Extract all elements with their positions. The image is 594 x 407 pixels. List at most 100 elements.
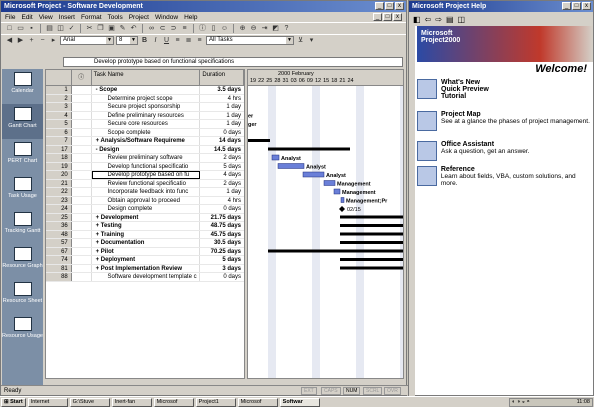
table-row[interactable]: 67 + Pilot 70.25 days [46,247,244,256]
help-item-project-map[interactable]: Project Map See at a glance the phases o… [417,111,593,131]
duration-cell[interactable]: 4 hrs [200,197,244,205]
print-preview-icon[interactable]: ◫ [56,24,65,33]
cut-icon[interactable]: ✂ [85,24,94,33]
doc-restore-button[interactable]: □ [383,13,392,21]
duration-cell[interactable]: 70.25 days [200,248,244,256]
view-calendar[interactable]: Calendar [2,69,43,104]
table-row[interactable]: 2 Determine project scope 4 hrs [46,94,244,103]
link-tasks-icon[interactable]: ⊂ [158,24,167,33]
hyperlink-icon[interactable]: ∞ [147,24,156,33]
entry-bar[interactable]: Develop prototype based on functional sp… [63,57,403,67]
duration-cell[interactable]: 1 day [200,188,244,196]
task-name-cell[interactable]: + Analysis/Software Requireme [92,137,201,145]
row-id[interactable]: 67 [46,247,72,255]
menu-project[interactable]: Project [129,14,149,21]
table-row[interactable]: 57 + Documentation 30.5 days [46,239,244,248]
duration-cell[interactable]: 1 day [200,103,244,111]
project-title-bar[interactable]: Microsoft Project - Software Development… [1,1,406,12]
help-close-button[interactable]: x [582,2,591,10]
taskbar-button[interactable]: Project1 [195,397,236,407]
duration-cell[interactable]: 0 days [200,205,244,213]
row-id[interactable]: 57 [46,239,72,247]
menu-view[interactable]: View [39,14,53,21]
duration-cell[interactable]: 2 days [200,154,244,162]
table-row[interactable]: 5 Secure core resources 1 day [46,120,244,129]
table-row[interactable]: 19 Develop functional specificatio 5 days [46,162,244,171]
menu-window[interactable]: Window [155,14,178,21]
forward-icon[interactable]: ⇨ [435,15,442,24]
table-row[interactable]: 7 + Analysis/Software Requireme 14 days [46,137,244,146]
help-item-reference[interactable]: Reference Learn about fields, VBA, custo… [417,166,593,187]
copy-picture-icon[interactable]: ◩ [271,24,280,33]
task-name-cell[interactable]: + Deployment [92,256,201,264]
help-item-title[interactable]: Office Assistant [441,141,530,148]
task-name-cell[interactable]: Develop prototype based on fu [91,171,201,179]
taskbar-button[interactable]: Microsof [237,397,278,407]
duration-column-header[interactable]: Duration [200,70,244,85]
tutorial-link[interactable]: Tutorial [441,93,489,100]
spelling-icon[interactable]: ✓ [67,24,76,33]
menu-tools[interactable]: Tools [108,14,123,21]
duration-cell[interactable]: 4 hrs [200,95,244,103]
arrow-right-icon[interactable]: ▶ [16,36,25,45]
row-id[interactable]: 24 [46,205,72,213]
table-row[interactable]: 48 + Training 45.75 days [46,230,244,239]
task-name-cell[interactable]: Software development template c [92,273,201,281]
duration-cell[interactable]: 14 days [200,137,244,145]
task-name-cell[interactable]: Review preliminary software [92,154,201,162]
row-id[interactable]: 4 [46,111,72,119]
view-resource-sheet[interactable]: Resource Sheet [2,279,43,314]
view-resource-graph[interactable]: Resource Graph [2,244,43,279]
table-row[interactable]: 21 Review functional specificatio 2 days [46,179,244,188]
row-id[interactable]: 22 [46,188,72,196]
table-row[interactable]: 1 - Scope 3.5 days [46,86,244,95]
row-id[interactable]: 20 [46,171,72,179]
row-id[interactable]: 25 [46,213,72,221]
hide-pane-icon[interactable]: ◧ [413,15,421,24]
doc-minimize-button[interactable]: _ [373,13,382,21]
menu-format[interactable]: Format [81,14,102,21]
id-column-header[interactable] [46,70,72,85]
align-left-icon[interactable]: ≡ [173,36,182,45]
task-name-cell[interactable]: Determine project scope [92,94,201,102]
open-icon[interactable]: ▭ [16,24,25,33]
duration-cell[interactable]: 4 days [200,171,244,179]
hide-subtasks-icon[interactable]: − [38,36,47,45]
task-name-cell[interactable]: Secure project sponsorship [92,103,201,111]
task-name-cell[interactable]: Develop functional specificatio [92,162,201,170]
zoom-out-icon[interactable]: ⊖ [249,24,258,33]
duration-cell[interactable]: 14.5 days [200,146,244,154]
help-title-bar[interactable]: Microsoft Project Help _ □ x [409,1,593,12]
table-row[interactable]: 36 + Testing 48.75 days [46,222,244,231]
help-item-title[interactable]: Project Map [441,111,590,118]
table-row[interactable]: 17 - Design 14.5 days [46,145,244,154]
unlink-tasks-icon[interactable]: ⊃ [169,24,178,33]
row-id[interactable]: 36 [46,222,72,230]
table-row[interactable]: 18 Review preliminary software 2 days [46,154,244,163]
help-item-title[interactable]: Reference [441,166,593,173]
help-maximize-button[interactable]: □ [572,2,581,10]
bold-button[interactable]: B [140,36,149,45]
task-name-cell[interactable]: Obtain approval to proceed [92,196,201,204]
font-size-select[interactable]: 8 ▼ [116,36,138,45]
task-name-cell[interactable]: + Testing [92,222,201,230]
row-id[interactable]: 81 [46,264,72,272]
tray-icons[interactable]: ◐ ◑ ◒ ◓ [512,399,530,405]
new-icon[interactable]: □ [5,24,14,33]
duration-cell[interactable]: 3.5 days [200,86,244,94]
taskbar-button[interactable]: Internet [27,397,68,407]
duration-cell[interactable]: 45.75 days [200,231,244,239]
show-subtasks-icon[interactable]: + [27,36,36,45]
row-id[interactable]: 6 [46,128,72,136]
close-button[interactable]: x [395,2,404,10]
assign-resources-icon[interactable]: ☺ [220,24,229,33]
view-gantt-chart[interactable]: Gantt Chart [2,104,43,139]
print-icon[interactable]: ▤ [446,15,454,24]
row-id[interactable]: 19 [46,162,72,170]
task-name-cell[interactable]: Scope complete [92,128,201,136]
undo-icon[interactable]: ↶ [129,24,138,33]
row-id[interactable]: 48 [46,230,72,238]
quick-preview-link[interactable]: Quick Preview [441,86,489,93]
paste-icon[interactable]: ▣ [107,24,116,33]
view-tracking-gantt[interactable]: Tracking Gantt [2,209,43,244]
